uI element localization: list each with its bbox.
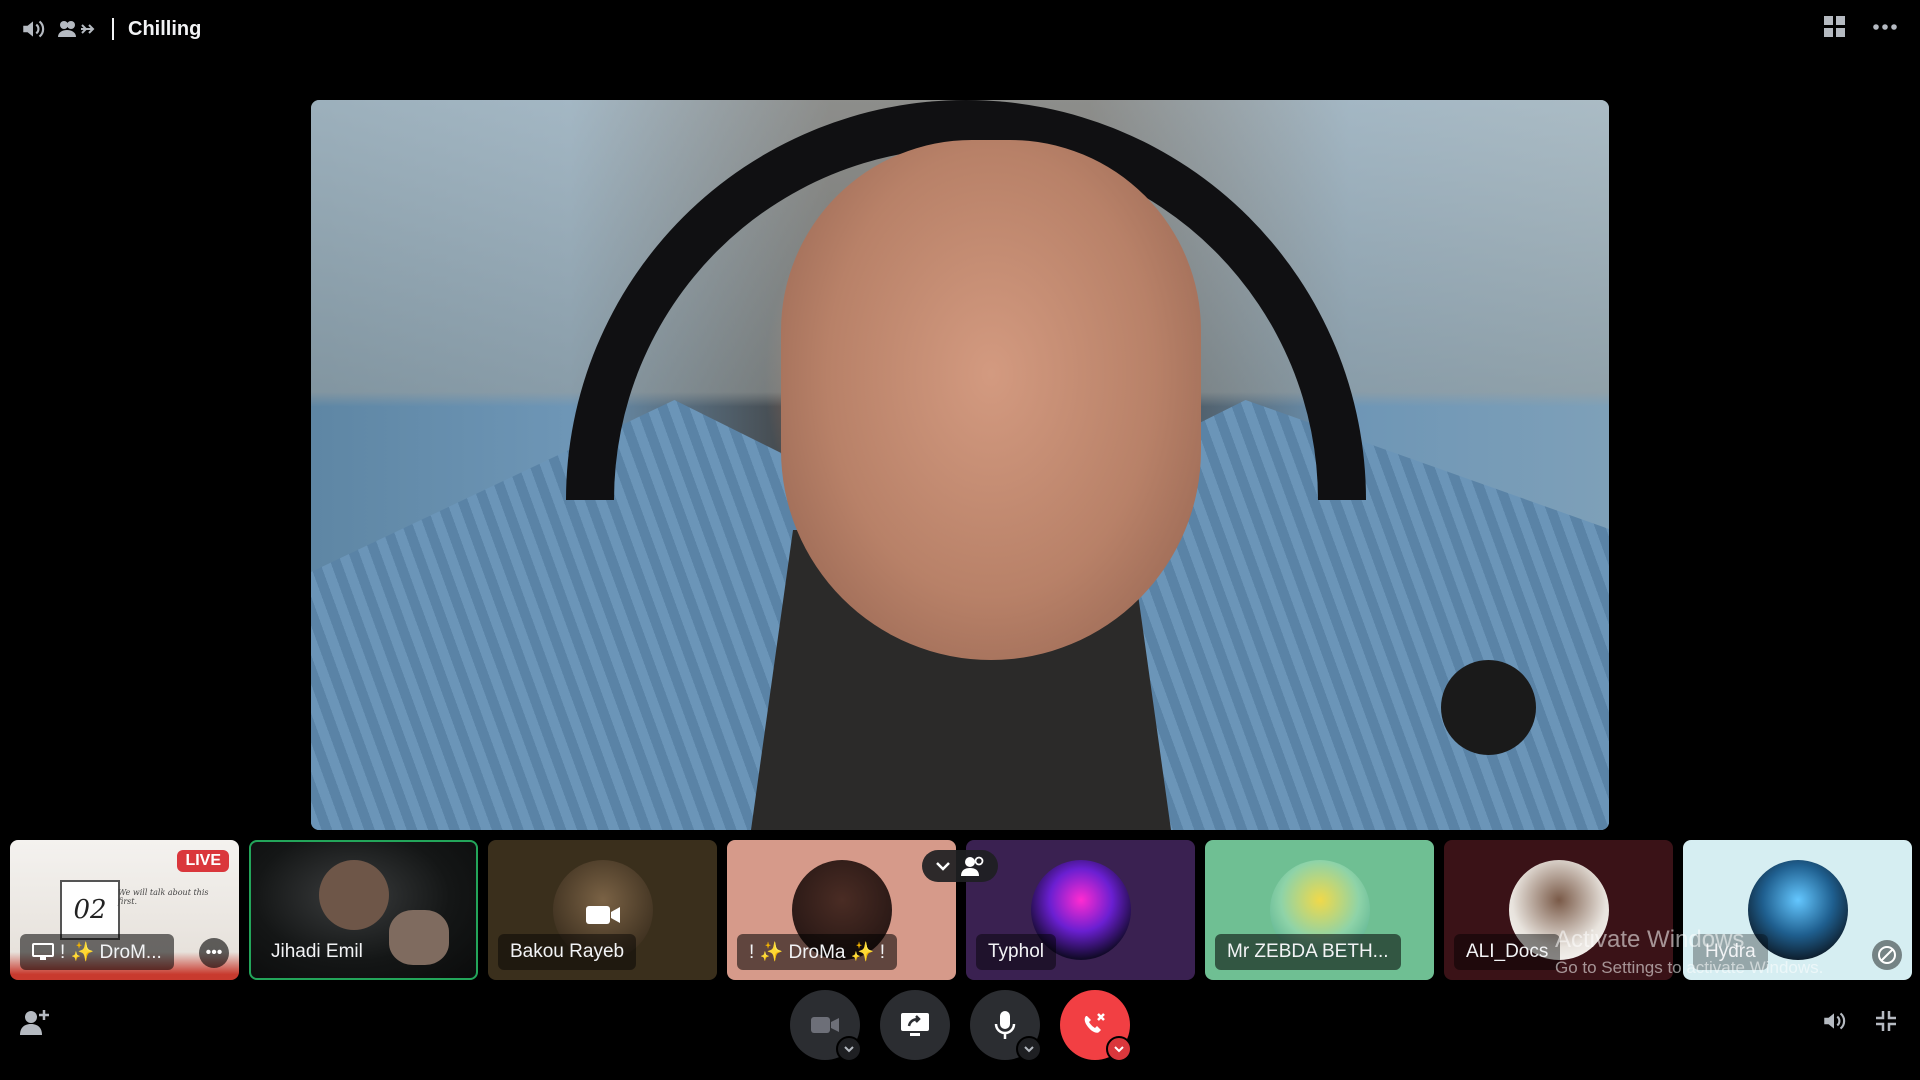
grid-layout-icon[interactable]	[1824, 16, 1846, 38]
participant-name: Jihadi Emil	[271, 941, 363, 962]
participant-name: Typhol	[988, 941, 1044, 962]
call-header: Chilling	[0, 0, 1920, 60]
focused-video-stream[interactable]	[311, 100, 1609, 830]
stream-slide-number: 02	[60, 880, 120, 940]
screen-share-small-icon	[32, 943, 54, 960]
participant-tile-video[interactable]: Jihadi Emil	[249, 840, 478, 980]
hide-video-icon[interactable]	[1872, 940, 1902, 970]
video-microphone	[1441, 660, 1536, 755]
watermark-subtitle: Go to Settings to activate Windows.	[1555, 958, 1824, 977]
call-controls	[0, 990, 1920, 1062]
participant-nametag: Mr ZEBDA BETH...	[1215, 934, 1401, 970]
exit-fullscreen-icon[interactable]	[1874, 1008, 1898, 1034]
camera-icon	[811, 1017, 839, 1033]
participant-name: ! ✨ DroMa ✨ !	[749, 942, 885, 963]
participant-nametag: Bakou Rayeb	[498, 934, 637, 970]
participant-nametag: Typhol	[976, 934, 1056, 970]
screen-share-icon	[901, 1013, 929, 1036]
participant-name: ALI_Docs	[1466, 941, 1549, 962]
screen-share-button[interactable]	[880, 990, 950, 1060]
microphone-button[interactable]	[970, 990, 1042, 1062]
microphone-icon	[994, 1011, 1016, 1039]
hang-up-options-chevron-icon[interactable]	[1106, 1036, 1132, 1062]
speaker-icon[interactable]	[20, 16, 46, 42]
camera-options-chevron-icon[interactable]	[836, 1036, 862, 1062]
stream-slide-text: We will talk about this first.	[118, 888, 209, 906]
bottom-right-controls	[1820, 1008, 1898, 1034]
watermark-title: Activate Windows	[1555, 926, 1745, 953]
chevron-down-icon[interactable]	[934, 857, 952, 875]
live-badge: LIVE	[177, 850, 229, 872]
participant-tile[interactable]: Typhol	[966, 840, 1195, 980]
participant-nametag: Jihadi Emil	[259, 934, 375, 970]
participant-name: Mr ZEBDA BETH...	[1227, 941, 1389, 962]
voice-members-icon[interactable]	[56, 17, 98, 41]
channel-title: Chilling	[128, 17, 202, 40]
tile-more-options-icon[interactable]: •••	[199, 938, 229, 968]
participant-nametag: ALI_Docs	[1454, 934, 1561, 970]
participant-nametag: ! ✨ DroMa ✨ !	[737, 934, 897, 970]
participant-tile[interactable]: Mr ZEBDA BETH...	[1205, 840, 1434, 980]
more-options-icon[interactable]	[1872, 23, 1898, 31]
header-left: Chilling	[20, 16, 201, 42]
microphone-options-chevron-icon[interactable]	[1016, 1036, 1042, 1062]
participant-name: ! ✨ DroM...	[60, 942, 162, 963]
participant-tile[interactable]: Bakou Rayeb	[488, 840, 717, 980]
participant-name: Bakou Rayeb	[510, 941, 625, 962]
os-activation-watermark: Activate Windows Go to Settings to activ…	[1555, 926, 1823, 978]
participants-icon[interactable]	[960, 855, 986, 877]
camera-on-icon	[585, 906, 620, 924]
tile-focus-controls[interactable]	[922, 850, 998, 882]
participant-tile-stream[interactable]: 02 We will talk about this first. LIVE !…	[10, 840, 239, 980]
camera-button[interactable]	[790, 990, 862, 1062]
participant-video	[319, 860, 389, 930]
video-face	[781, 140, 1201, 660]
participant-video-hand	[389, 910, 449, 965]
title-divider	[112, 18, 114, 40]
header-right	[1824, 16, 1898, 38]
participant-nametag: ! ✨ DroM...	[20, 934, 174, 970]
volume-icon[interactable]	[1820, 1008, 1848, 1034]
hang-up-icon	[1084, 1013, 1105, 1033]
hang-up-button[interactable]	[1060, 990, 1132, 1062]
